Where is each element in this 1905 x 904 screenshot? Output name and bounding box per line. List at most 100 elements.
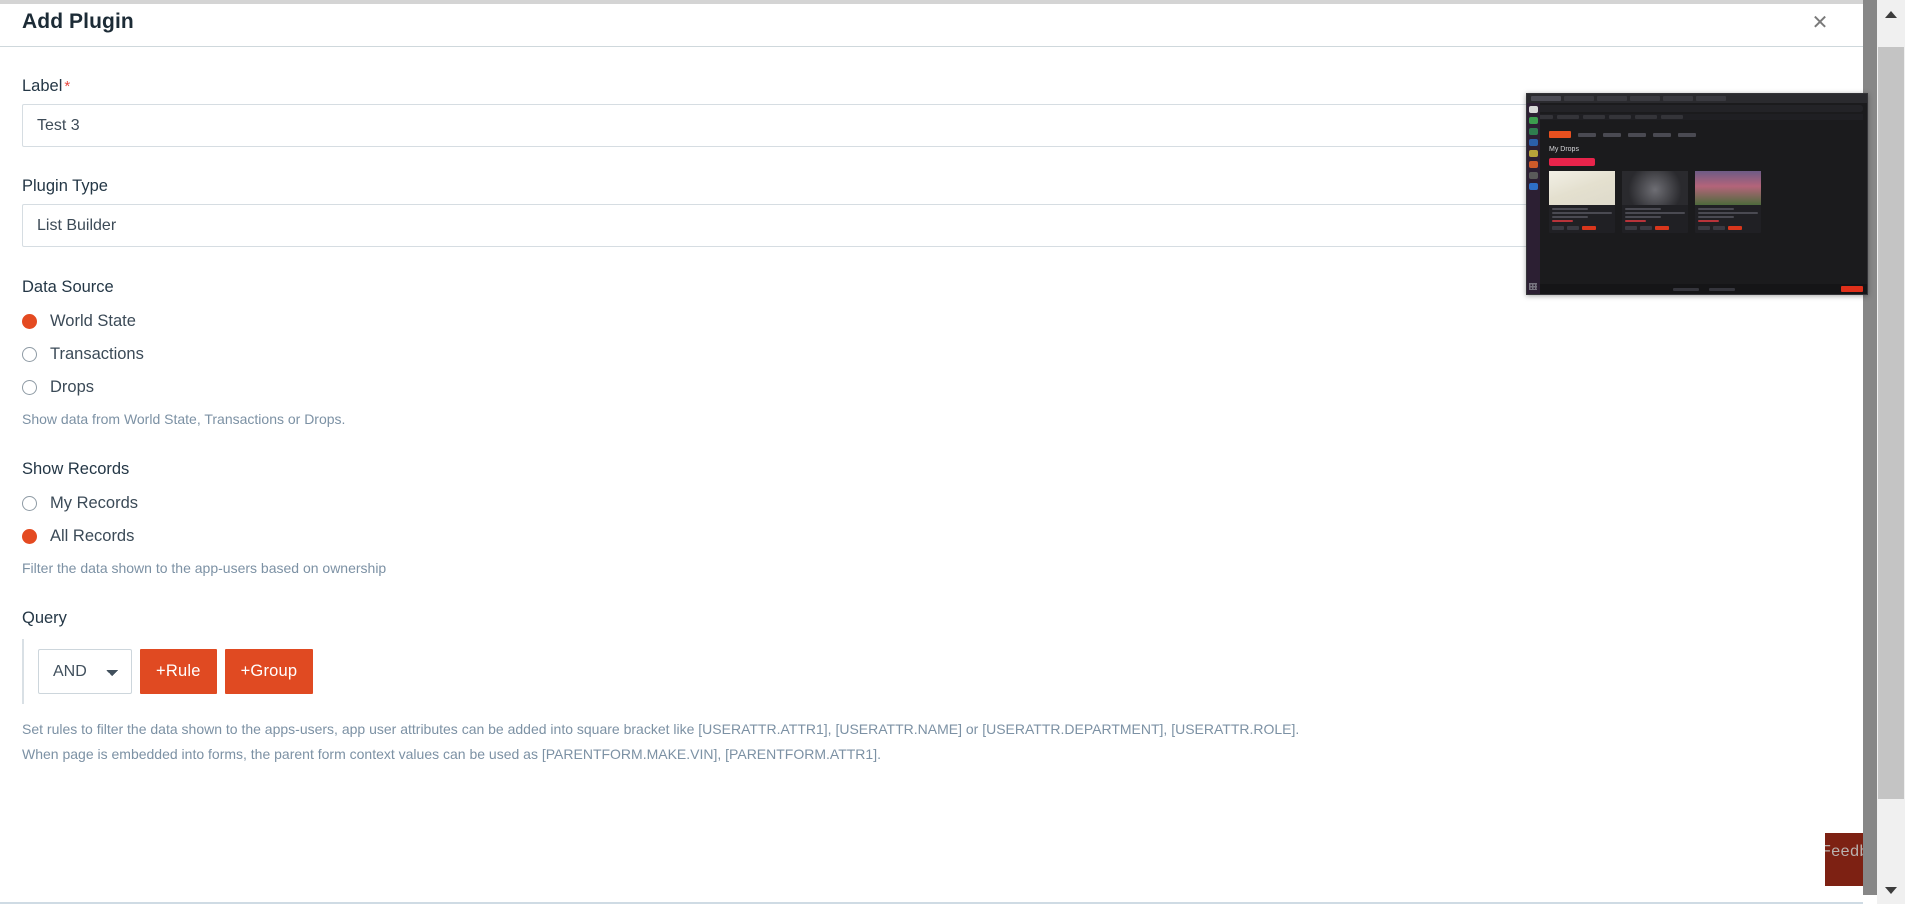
thumbnail-card-line [1552, 208, 1588, 210]
thumbnail-card-line [1625, 220, 1646, 222]
thumbnail-card-button [1552, 226, 1564, 230]
thumbnail-card [1695, 171, 1761, 233]
thumbnail-bookmarks-bar [1531, 114, 1863, 120]
thumbnail-card-line [1698, 220, 1719, 222]
radio-option-drops[interactable]: Drops [22, 374, 94, 401]
scroll-up-triangle [1885, 10, 1897, 18]
thumbnail-tab [1564, 96, 1594, 101]
page-scrollbar[interactable] [1877, 0, 1905, 904]
thumbnail-card-actions [1622, 224, 1688, 230]
thumbnail-card-line [1625, 212, 1685, 214]
radio-selected-icon[interactable] [22, 529, 37, 544]
thumbnail-card-button [1567, 226, 1579, 230]
query-note: Set rules to filter the data shown to th… [22, 717, 1841, 767]
thumbnail-footer-link [1708, 287, 1735, 291]
thumbnail-card-button [1655, 226, 1669, 230]
dock-icon-files [1529, 106, 1538, 113]
radio-selected-icon[interactable] [22, 314, 37, 329]
thumbnail-card-meta [1695, 205, 1761, 222]
radio-unselected-icon[interactable] [22, 380, 37, 395]
thumbnail-page-content: My Drops [1540, 126, 1867, 294]
thumbnail-card-line [1625, 216, 1661, 218]
radio-label-world-state: World State [50, 312, 136, 330]
show-records-title: Show Records [22, 460, 130, 478]
thumbnail-nav-item [1628, 132, 1646, 137]
thumbnail-card-image [1695, 171, 1761, 205]
radio-option-transactions[interactable]: Transactions [22, 341, 144, 368]
thumbnail-card-button [1582, 226, 1596, 230]
thumbnail-card-line [1698, 212, 1758, 214]
thumbnail-feedback-button [1841, 286, 1863, 292]
thumbnail-card-meta [1549, 205, 1615, 222]
thumbnail-card-image [1549, 171, 1615, 205]
thumbnail-card-meta [1622, 205, 1688, 222]
thumbnail-bookmark [1583, 115, 1605, 119]
thumbnail-bookmark [1661, 115, 1683, 119]
thumbnail-card-line [1698, 208, 1734, 210]
thumbnail-os-dock [1527, 103, 1540, 294]
thumbnail-nav-item [1653, 132, 1671, 137]
thumbnail-card [1549, 171, 1615, 233]
query-builder: AND OR +Rule +Group [22, 639, 314, 704]
radio-label-all-records: All Records [50, 527, 135, 545]
radio-unselected-icon[interactable] [22, 496, 37, 511]
thumbnail-bookmark [1557, 115, 1579, 119]
thumbnail-card-line [1552, 216, 1588, 218]
thumbnail-nav-item [1603, 132, 1621, 137]
chevron-down-icon[interactable] [1877, 876, 1905, 904]
query-title: Query [22, 609, 67, 627]
data-source-helper-text: Show data from World State, Transactions… [22, 411, 346, 427]
close-icon[interactable]: ✕ [1808, 10, 1832, 34]
radio-label-transactions: Transactions [50, 345, 144, 363]
thumbnail-card [1622, 171, 1688, 233]
modal-header: Add Plugin ✕ [0, 4, 1863, 47]
dock-apps-grid-icon [1529, 283, 1537, 290]
thumbnail-card-button [1698, 226, 1710, 230]
dock-icon-terminal [1529, 150, 1538, 157]
dock-icon-code [1529, 139, 1538, 146]
radio-option-my-records[interactable]: My Records [22, 490, 138, 517]
browser-preview-thumbnail[interactable]: My Drops [1526, 93, 1868, 295]
page-scrollbar-thumb[interactable] [1878, 47, 1904, 799]
add-group-button[interactable]: +Group [224, 649, 314, 694]
show-records-helper-text: Filter the data shown to the app-users b… [22, 560, 387, 576]
thumbnail-url-bar [1531, 105, 1863, 112]
add-rule-button[interactable]: +Rule [140, 649, 217, 694]
radio-option-all-records[interactable]: All Records [22, 523, 134, 550]
thumbnail-card-line [1698, 216, 1734, 218]
thumbnail-tab [1663, 96, 1693, 101]
dock-icon-trash [1529, 172, 1538, 179]
thumbnail-tab [1531, 96, 1561, 101]
query-condition-select[interactable]: AND OR [38, 649, 132, 694]
thumbnail-tab [1696, 96, 1726, 101]
dock-icon-firefox [1529, 161, 1538, 168]
thumbnail-bookmark [1609, 115, 1631, 119]
thumbnail-tab [1597, 96, 1627, 101]
thumbnail-app-navbar [1549, 131, 1858, 138]
label-field-text: Label [22, 77, 63, 95]
radio-unselected-icon[interactable] [22, 347, 37, 362]
radio-option-world-state[interactable]: World State [22, 308, 136, 335]
thumbnail-titlebar [1527, 94, 1867, 103]
thumbnail-footer [1540, 284, 1867, 294]
scroll-down-triangle [1885, 886, 1897, 894]
thumbnail-card-line [1625, 208, 1661, 210]
thumbnail-card-actions [1549, 224, 1615, 230]
thumbnail-card-button [1640, 226, 1652, 230]
radio-label-drops: Drops [50, 378, 95, 396]
dock-icon-settings [1529, 183, 1538, 190]
dock-icon-browser [1529, 117, 1538, 124]
required-asterisk: * [64, 78, 71, 95]
thumbnail-footer-link [1672, 287, 1699, 291]
thumbnail-nav-item [1678, 132, 1696, 137]
thumbnail-tab [1630, 96, 1660, 101]
thumbnail-heading: My Drops [1549, 146, 1579, 153]
chevron-up-icon[interactable] [1877, 0, 1905, 28]
thumbnail-card-line [1552, 220, 1573, 222]
thumbnail-primary-button [1549, 158, 1595, 166]
thumbnail-card-line [1552, 212, 1612, 214]
thumbnail-card-list [1549, 171, 1858, 233]
thumbnail-bookmark [1635, 115, 1657, 119]
thumbnail-card-image [1622, 171, 1688, 205]
thumbnail-brand-logo [1549, 131, 1571, 138]
